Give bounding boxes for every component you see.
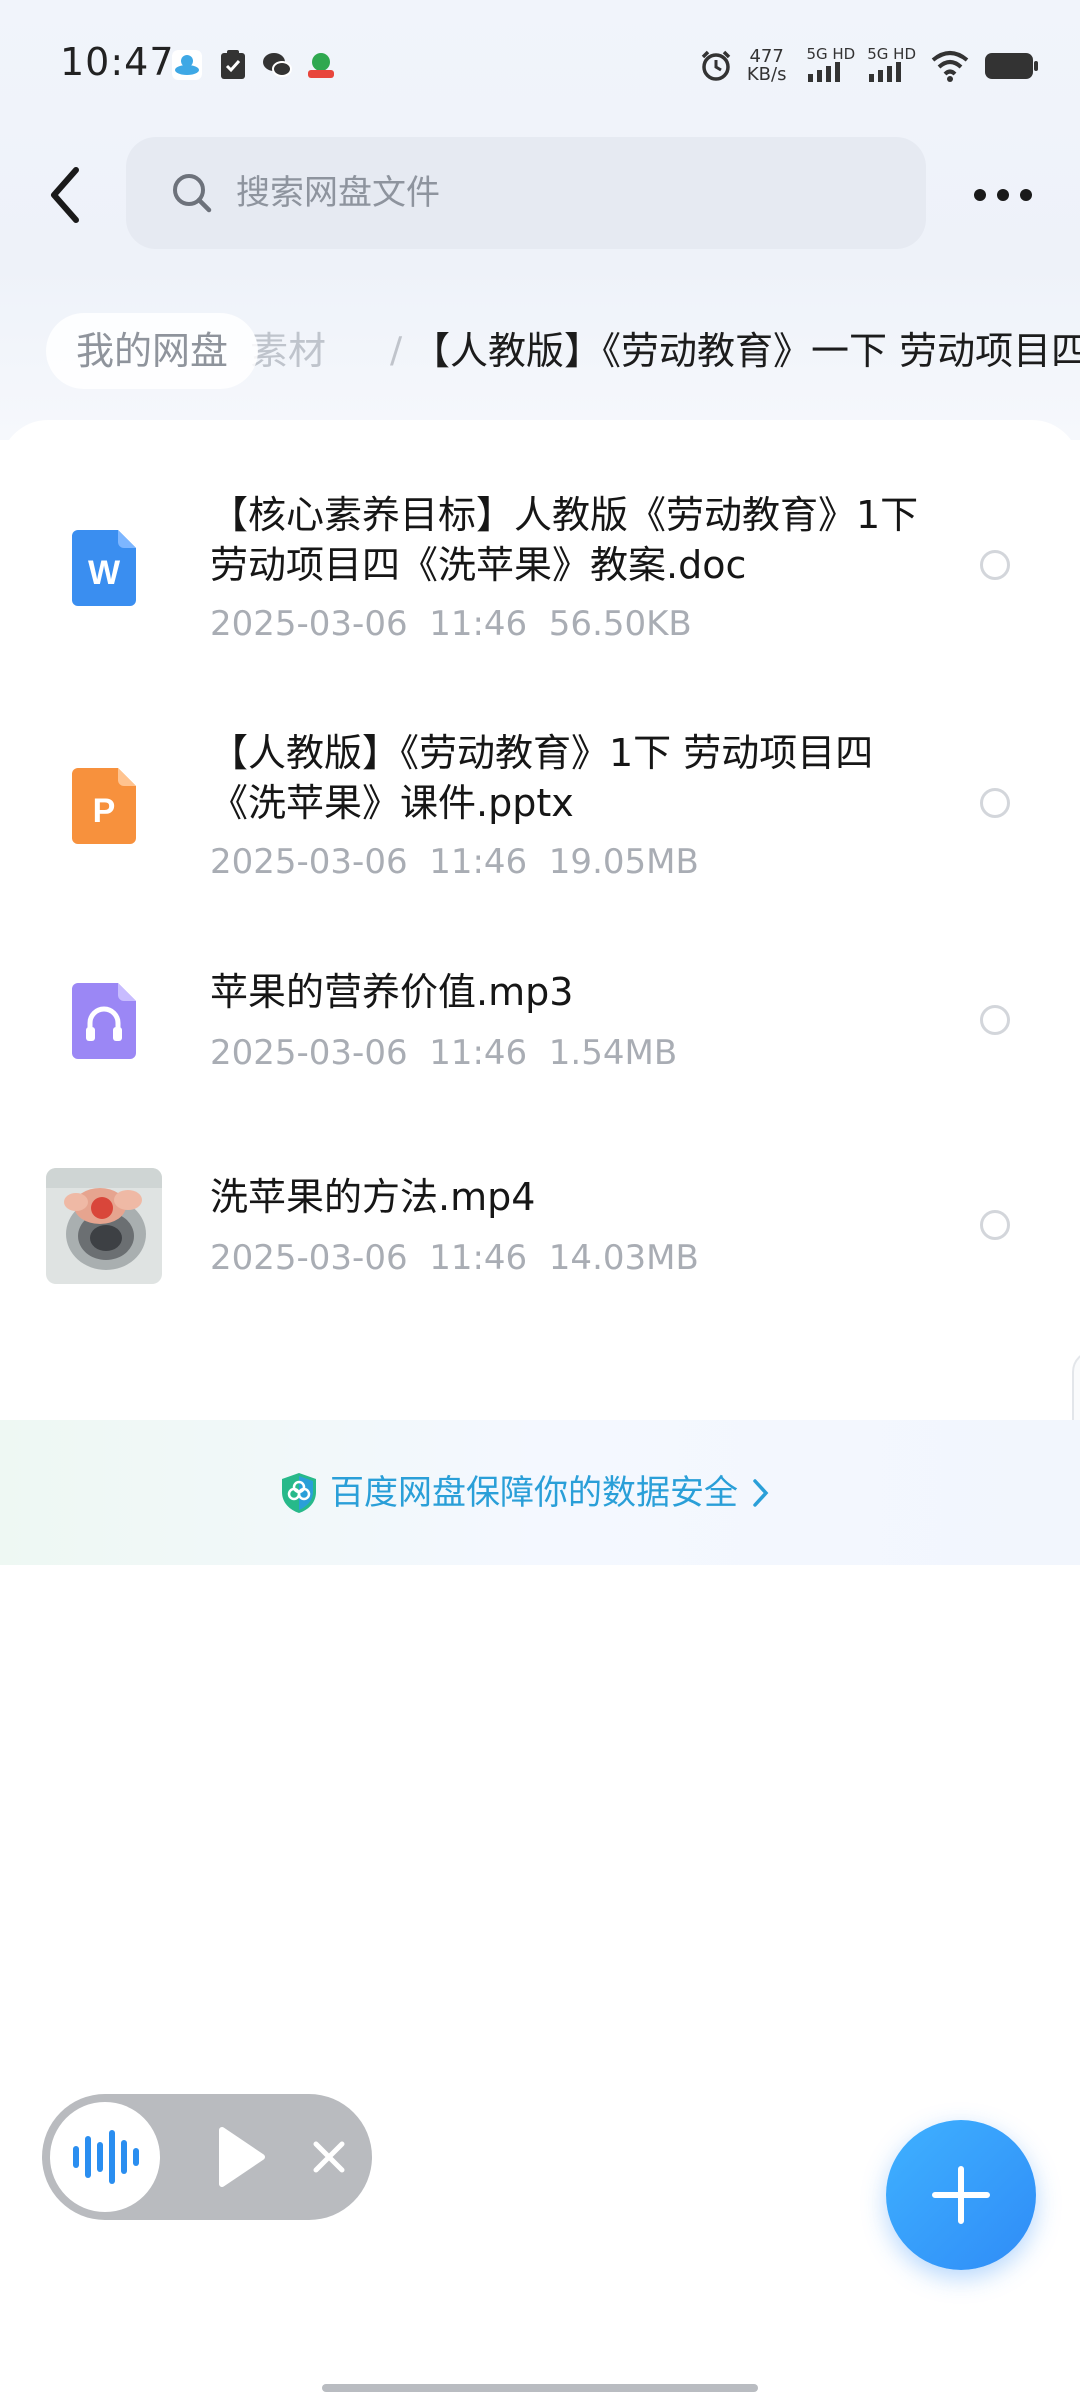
signal-2-label: 5G HD <box>867 45 916 63</box>
breadcrumb-root-label: 我的网盘 <box>76 329 229 373</box>
ppt-file-icon: P <box>72 768 136 844</box>
select-checkbox[interactable] <box>980 550 1010 580</box>
app-badge-icon <box>308 53 334 78</box>
back-button[interactable] <box>40 160 96 230</box>
app-notification-icon <box>172 50 202 80</box>
safety-banner[interactable]: 百度网盘保障你的数据安全 <box>0 1420 1080 1565</box>
plus-icon <box>932 2166 990 2224</box>
file-name: 【核心素养目标】人教版《劳动教育》1下 劳动项目四《洗苹果》教案.doc <box>210 493 919 587</box>
chevron-left-icon <box>51 167 79 223</box>
breadcrumb: 素材 我的网盘 / 【人教版】《劳动教育》一下 劳动项目四《洗苹果》 <box>0 305 1080 397</box>
sound-wave-icon <box>73 2130 139 2184</box>
net-speed: 477 KB/s <box>747 48 787 84</box>
shield-icon <box>282 1473 316 1513</box>
close-icon <box>313 2141 345 2173</box>
signal-2: 5G HD <box>867 46 916 86</box>
breadcrumb-separator: / <box>390 330 403 371</box>
battery-icon <box>985 53 1038 79</box>
select-checkbox[interactable] <box>980 1005 1010 1035</box>
word-doc-icon: W <box>72 530 136 606</box>
list-item[interactable]: P 【人教版】《劳动教育》1下 劳动项目四《洗苹果》课件.pptx 2025-0… <box>0 718 1080 908</box>
more-dots-icon <box>974 189 1032 201</box>
file-name: 洗苹果的方法.mp4 <box>210 1175 536 1219</box>
list-item[interactable]: W 【核心素养目标】人教版《劳动教育》1下 劳动项目四《洗苹果》教案.doc 2… <box>0 480 1080 670</box>
signal-bars-icon <box>808 62 841 82</box>
select-checkbox[interactable] <box>980 788 1010 818</box>
select-checkbox[interactable] <box>980 1210 1010 1240</box>
status-time: 10:47 <box>60 40 175 84</box>
floating-audio-player <box>42 2094 372 2220</box>
safety-banner-text: 百度网盘保障你的数据安全 <box>330 1473 738 1513</box>
voice-wave-button[interactable] <box>50 2102 160 2212</box>
signal-1-label: 5G HD <box>806 45 856 63</box>
list-item[interactable]: 洗苹果的方法.mp4 2025-03-06 11:46 14.03MB <box>0 1160 1080 1310</box>
play-button[interactable] <box>212 2124 272 2190</box>
breadcrumb-current: 【人教版】《劳动教育》一下 劳动项目四《洗苹果》 <box>412 329 1080 373</box>
play-icon <box>219 2127 265 2187</box>
status-right-group: 477 KB/s 5G HD 5G HD <box>699 44 1040 88</box>
clipboard-check-icon <box>221 50 245 79</box>
file-meta: 2025-03-06 11:46 14.03MB <box>210 1238 699 1278</box>
breadcrumb-root[interactable]: 我的网盘 <box>46 313 259 389</box>
wifi-icon <box>931 51 969 82</box>
safety-banner-content: 百度网盘保障你的数据安全 <box>280 1468 772 1518</box>
video-thumbnail <box>46 1168 162 1284</box>
net-speed-unit: KB/s <box>746 64 787 85</box>
status-bar: 10:47 477 KB/s 5G HD 5G HD <box>0 0 1080 130</box>
file-meta: 2025-03-06 11:46 1.54MB <box>210 1033 678 1073</box>
gesture-navigation-bar[interactable] <box>322 2384 758 2392</box>
more-options-button[interactable] <box>970 170 1036 220</box>
add-button[interactable] <box>886 2120 1036 2270</box>
search-input[interactable]: 搜索网盘文件 <box>126 137 926 249</box>
breadcrumb-item-faded[interactable]: 素材 <box>250 313 326 389</box>
search-icon <box>173 174 212 213</box>
svg-text:P: P <box>93 792 116 830</box>
video-thumbnail-image <box>46 1168 162 1284</box>
file-meta: 2025-03-06 11:46 19.05MB <box>210 842 699 882</box>
chevron-right-icon <box>753 1479 769 1507</box>
wechat-icon <box>263 53 292 77</box>
list-item[interactable]: 苹果的营养价值.mp3 2025-03-06 11:46 1.54MB <box>0 955 1080 1105</box>
search-placeholder: 搜索网盘文件 <box>236 173 440 213</box>
close-player-button[interactable] <box>304 2132 354 2182</box>
file-name: 苹果的营养价值.mp3 <box>210 970 574 1014</box>
file-name: 【人教版】《劳动教育》1下 劳动项目四《洗苹果》课件.pptx <box>210 731 874 825</box>
signal-1: 5G HD <box>806 46 855 86</box>
signal-bars-icon <box>869 62 902 82</box>
file-meta: 2025-03-06 11:46 56.50KB <box>210 604 692 644</box>
svg-text:W: W <box>88 554 121 592</box>
audio-file-icon <box>72 983 136 1059</box>
alarm-icon <box>701 50 731 81</box>
